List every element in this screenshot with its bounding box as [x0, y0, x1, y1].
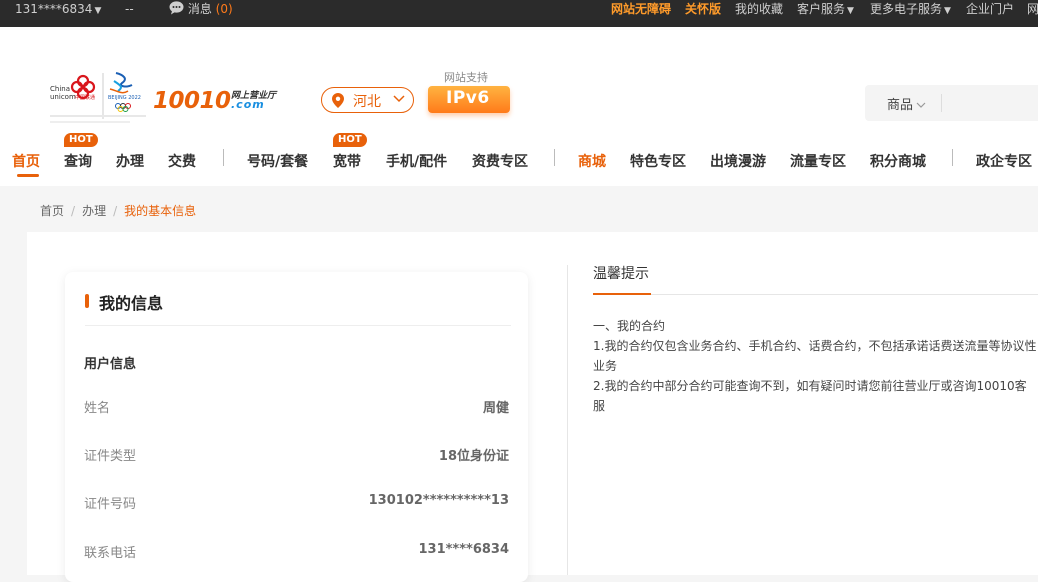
nav-separator	[554, 149, 555, 166]
breadcrumb-separator: /	[71, 204, 76, 218]
chevron-down-icon	[393, 95, 405, 103]
info-label: 姓名	[84, 401, 111, 416]
main-panel: 我的信息 用户信息 姓名 周健 证件类型 18位身份证 证件号码 130102*…	[27, 232, 1038, 582]
customer-service-label: 客户服务	[797, 2, 846, 16]
brand-line2: .com	[231, 98, 265, 111]
favorites-link[interactable]: 我的收藏	[735, 0, 783, 27]
search-box[interactable]: 商品	[865, 85, 1038, 121]
nav-item-number-plan[interactable]: 号码/套餐	[247, 151, 308, 171]
unicom-logo[interactable]: China unicom 中国联通 BEIJING 2022	[48, 69, 148, 129]
tips-body: 一、我的合约 1.我的合约仅包含业务合约、手机合约、话费合约，不包括承诺话费送流…	[593, 316, 1038, 416]
truncated-link[interactable]: 网	[1027, 0, 1038, 27]
card-title: 我的信息	[99, 294, 164, 313]
breadcrumb-home[interactable]: 首页	[40, 204, 64, 218]
brand-number[interactable]: 10010	[153, 88, 231, 114]
care-mode-link[interactable]: 关怀版	[685, 0, 721, 27]
nav-separator	[223, 149, 224, 166]
tips-line: 1.我的合约仅包含业务合约、手机合约、话费合约，不包括承诺话费送流量等协议性业务	[593, 339, 1037, 373]
info-row-id-number: 证件号码 130102**********13	[84, 493, 510, 513]
card-divider	[85, 325, 511, 326]
info-label: 证件类型	[84, 449, 137, 464]
topbar-dash: --	[125, 2, 134, 16]
hot-badge: HOT	[64, 133, 98, 147]
unicom-knot-icon: China unicom 中国联通 BEIJING 2022	[50, 72, 146, 123]
region-selector[interactable]: 河北	[321, 87, 414, 113]
chat-bubble-icon	[169, 1, 184, 15]
info-value: 131****6834	[418, 542, 509, 557]
messages-link[interactable]: 消息 (0)	[169, 0, 233, 27]
tips-line: 2.我的合约中部分合约可能查询不到，如有疑问时请您前往营业厅或咨询10010客服	[593, 379, 1027, 413]
enterprise-portal-link[interactable]: 企业门户	[966, 0, 1014, 27]
nav-item-phones[interactable]: 手机/配件	[386, 151, 447, 171]
nav-item-featured[interactable]: 特色专区	[630, 151, 686, 171]
my-info-card: 我的信息 用户信息 姓名 周健 证件类型 18位身份证 证件号码 130102*…	[65, 272, 528, 582]
nav-item-pay[interactable]: 交费	[168, 151, 196, 171]
svg-text:China: China	[50, 85, 70, 93]
breadcrumb-current: 我的基本信息	[124, 204, 197, 218]
info-row-phone: 联系电话 131****6834	[84, 542, 510, 562]
search-category-label: 商品	[887, 98, 914, 113]
info-value: 130102**********13	[368, 493, 509, 508]
chevron-down-icon	[916, 102, 926, 108]
hot-badge: HOT	[333, 133, 367, 147]
svg-text:unicom: unicom	[50, 93, 76, 101]
svg-text:中国联通: 中国联通	[75, 94, 95, 101]
caret-down-icon: ▼	[847, 6, 854, 16]
nav-item-query[interactable]: 查询	[64, 151, 92, 171]
nav-separator	[952, 149, 953, 166]
user-phone: 131****6834	[15, 2, 93, 16]
card-accent-bar	[85, 294, 89, 308]
info-value: 18位身份证	[438, 449, 509, 464]
nav-item-data[interactable]: 流量专区	[790, 151, 846, 171]
caret-down-icon: ▼	[944, 6, 951, 16]
more-services-label: 更多电子服务	[870, 2, 943, 16]
header: China unicom 中国联通 BEIJING 2022 10010 网上营…	[0, 27, 1038, 186]
ipv6-label: IPv6	[446, 88, 490, 108]
nav-item-handle[interactable]: 办理	[116, 151, 144, 171]
search-divider	[941, 94, 942, 112]
breadcrumb: 首页 / 办理 / 我的基本信息	[40, 202, 196, 219]
search-category-select[interactable]: 商品	[887, 94, 926, 113]
ipv6-badge: IPv6	[428, 86, 510, 113]
top-bar: 131****6834 ▼ -- 消息 (0) 网站无障碍 关怀版 我的收藏 客户…	[0, 0, 1038, 27]
nav-item-mall[interactable]: 商城	[578, 151, 606, 171]
more-services-menu[interactable]: 更多电子服务 ▼	[870, 0, 951, 27]
caret-down-icon: ▼	[94, 6, 102, 16]
info-row-name: 姓名 周健	[84, 397, 510, 417]
info-label: 联系电话	[84, 546, 137, 561]
accessibility-link[interactable]: 网站无障碍	[611, 0, 671, 27]
region-label: 河北	[353, 94, 381, 110]
messages-count: (0)	[215, 2, 233, 16]
tips-tab-underline	[593, 293, 651, 295]
ipv6-caption: 网站支持	[444, 71, 488, 84]
nav-item-home[interactable]: 首页	[12, 151, 40, 171]
column-divider	[567, 265, 568, 575]
tips-tab[interactable]: 温馨提示	[593, 263, 649, 283]
user-account-menu[interactable]: 131****6834 ▼	[15, 0, 101, 27]
messages-label: 消息	[187, 2, 212, 16]
nav-item-roaming[interactable]: 出境漫游	[710, 151, 766, 171]
customer-service-menu[interactable]: 客户服务 ▼	[797, 0, 854, 27]
location-pin-icon	[332, 93, 344, 108]
breadcrumb-handle[interactable]: 办理	[82, 204, 106, 218]
breadcrumb-separator: /	[113, 204, 118, 218]
svg-text:BEIJING 2022: BEIJING 2022	[108, 95, 141, 101]
info-label: 证件号码	[84, 497, 137, 512]
nav-item-broadband[interactable]: 宽带	[333, 151, 361, 171]
tips-line: 一、我的合约	[593, 319, 666, 333]
info-row-id-type: 证件类型 18位身份证	[84, 445, 510, 465]
nav-item-tariff[interactable]: 资费专区	[472, 151, 528, 171]
nav-item-enterprise[interactable]: 政企专区	[976, 151, 1032, 171]
nav-active-indicator	[17, 174, 39, 177]
nav-item-points-mall[interactable]: 积分商城	[870, 151, 926, 171]
user-info-section-label: 用户信息	[84, 357, 137, 372]
tips-divider	[651, 294, 1038, 295]
info-value: 周健	[482, 401, 509, 416]
